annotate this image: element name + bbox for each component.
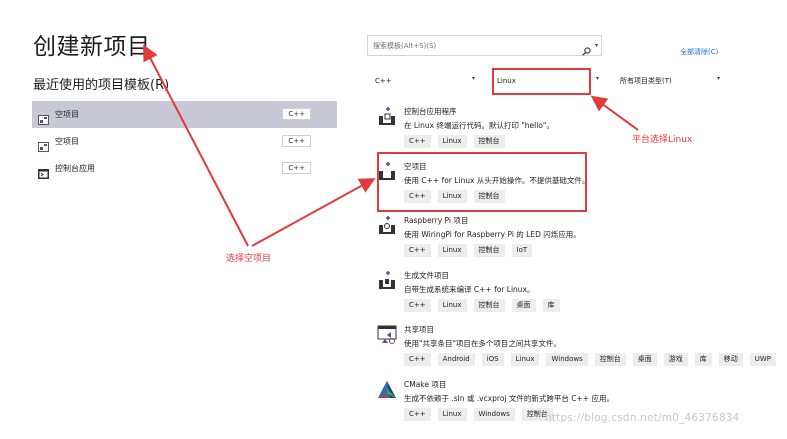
annotation-arrows — [143, 44, 639, 247]
arrow-to-platform — [590, 95, 639, 131]
arrow-to-empty-project — [251, 178, 376, 247]
arrow-to-title — [143, 44, 249, 247]
watermark: https://blog.csdn.net/m0_46376834 — [545, 412, 740, 424]
